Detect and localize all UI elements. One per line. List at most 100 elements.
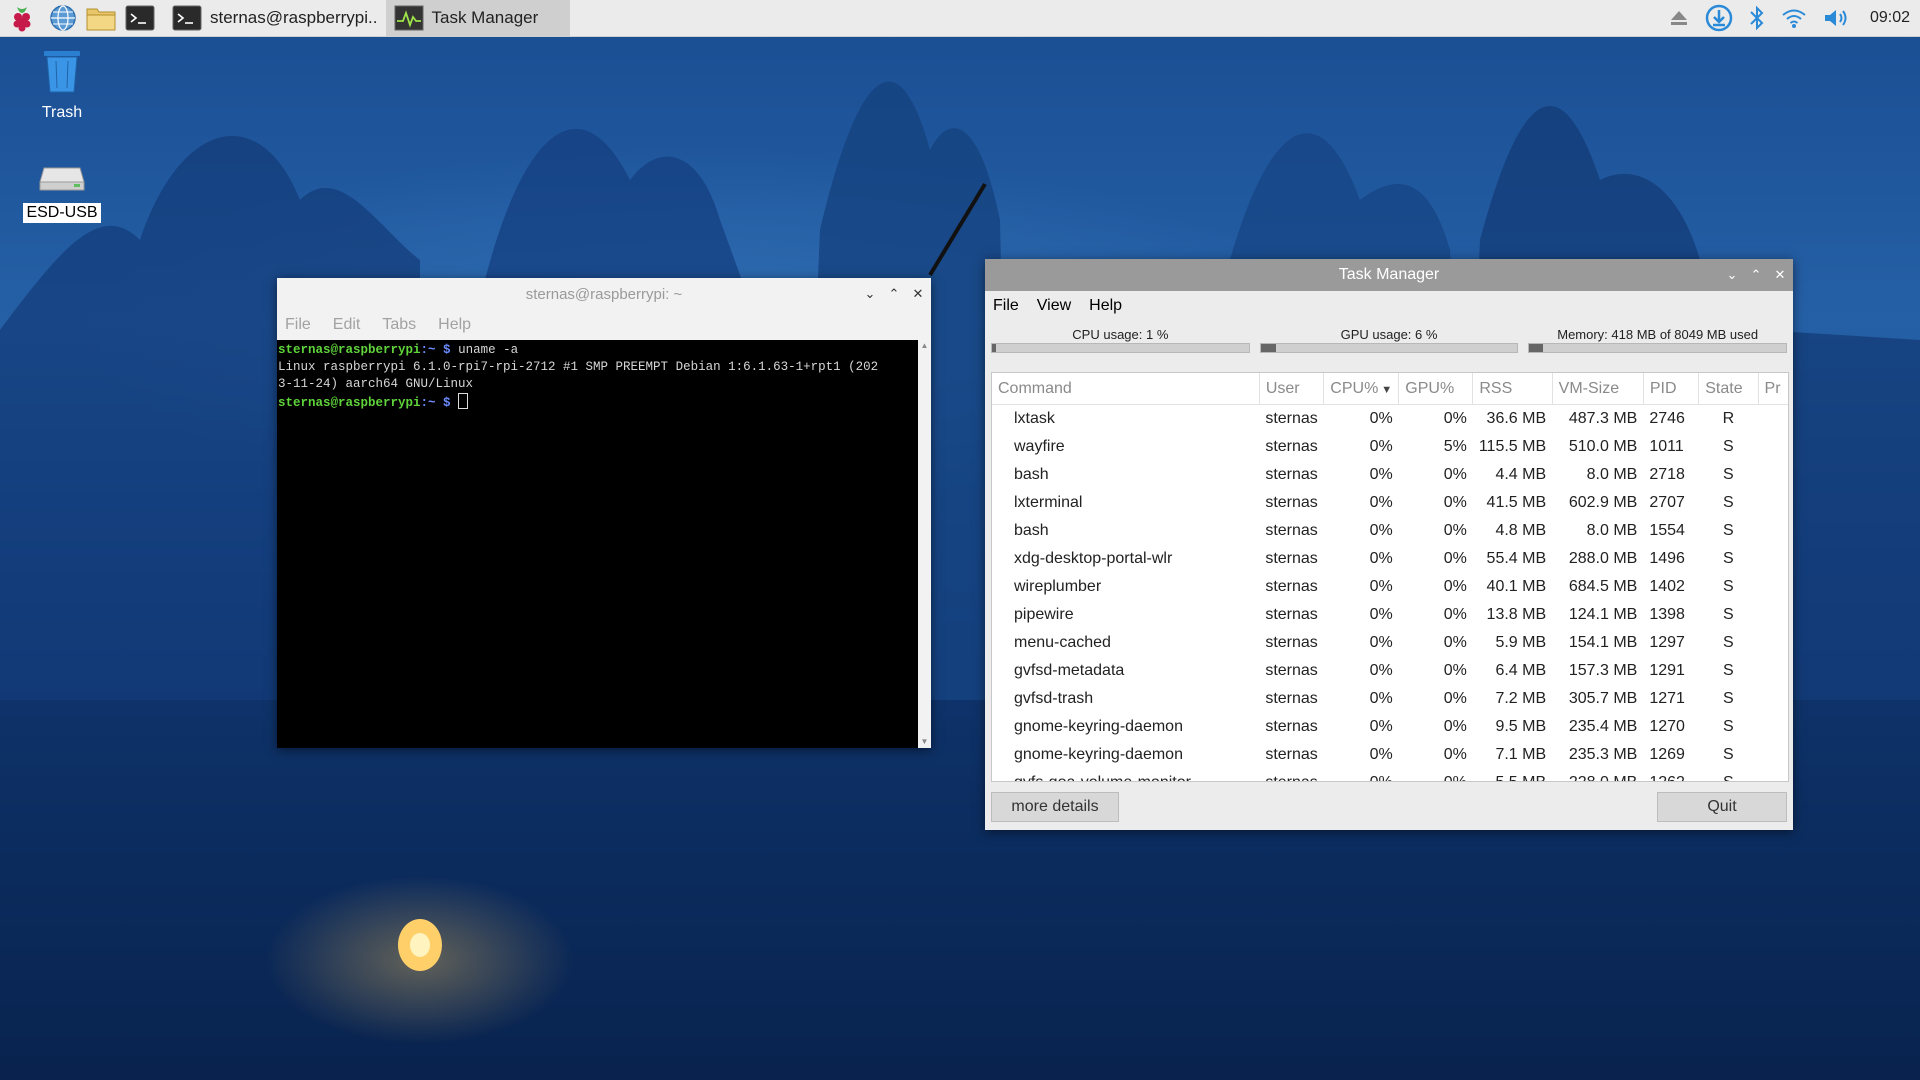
terminal-titlebar[interactable]: sternas@raspberrypi: ~ ⌄ ⌃ ✕ [277,278,931,310]
more-details-button[interactable]: more details [991,792,1119,822]
volume-icon[interactable] [1822,6,1852,30]
cell-priority [1758,741,1788,769]
terminal-scrollbar[interactable]: ▲ ▼ [918,340,931,748]
col-header-user[interactable]: User [1259,373,1325,405]
raspberry-menu-icon [13,7,31,32]
cell-priority [1758,545,1788,573]
cell-priority [1758,461,1788,489]
table-row[interactable]: gvfs-goa-volume-monitorsternas0%0%5.5 MB… [992,769,1788,781]
minimize-icon[interactable]: ⌄ [1725,267,1739,282]
cell-gpu: 0% [1443,410,1467,427]
task-manager-menubar: File View Help [985,291,1793,321]
process-table[interactable]: Command User CPU% ▼ GPU% RSS VM-Size PID … [991,372,1789,782]
cell-user: sternas [1265,466,1318,483]
close-icon[interactable]: ✕ [911,286,925,301]
table-row[interactable]: gvfsd-metadata sternas 0% 0% 6.4 MB 157.3 MB 1… [992,657,1788,685]
cell-cpu: 0% [1369,634,1393,651]
maximize-icon[interactable]: ⌃ [887,286,901,301]
table-row[interactable]: pipewire sternas 0% 0% 13.8 MB 124.1 MB 1398 S [992,601,1788,629]
table-row[interactable]: gnome-keyring-daemon sternas 0% 0% 9.5 MB 235… [992,713,1788,741]
table-row[interactable]: xdg-desktop-portal-wlr sternas 0% 0% 55.4 MB… [992,545,1788,573]
table-row[interactable]: lxterminal sternas 0% 0% 41.5 MB 602.9 MB 2707… [992,489,1788,517]
maximize-icon[interactable]: ⌃ [1749,267,1763,282]
cell-pid: 1496 [1649,550,1685,567]
cell-pid: 1297 [1649,634,1685,651]
table-row[interactable]: bash sternas 0% 0% 4.4 MB 8.0 MB 2718 S [992,461,1788,489]
cell-state: S [1723,466,1734,483]
taskbar-task-manager[interactable]: Task Manager [385,0,570,36]
cell-pid: 1011 [1649,438,1684,455]
bluetooth-icon[interactable] [1748,4,1766,32]
col-header-command[interactable]: Command [992,373,1260,405]
cell-rss: 7.2 MB [1495,690,1547,707]
terminal-menubar: File Edit Tabs Help [277,310,931,340]
cell-gpu: 0% [1443,466,1467,483]
tm-menu-help[interactable]: Help [1089,297,1122,315]
eject-icon[interactable] [1668,7,1690,29]
table-row[interactable]: lxtask sternas 0% 0% 36.6 MB 487.3 MB 2746 R [992,405,1788,434]
col-header-vm-size[interactable]: VM-Size [1552,373,1644,405]
table-row[interactable]: gvfsd-trash sternas 0% 0% 7.2 MB 305.7 MB 1271… [992,685,1788,713]
cell-user: sternas [1265,634,1318,651]
table-row[interactable]: wayfire sternas 0% 5% 115.5 MB 510.0 MB 1011 S [992,433,1788,461]
prompt-user: sternas@raspberrypi [278,343,421,357]
trash-icon [44,51,80,93]
cell-gpu: 0% [1443,746,1467,763]
terminal-menu-file[interactable]: File [285,316,311,334]
tm-menu-file[interactable]: File [993,297,1019,315]
terminal-menu-tabs[interactable]: Tabs [382,316,416,334]
desktop-icon-trash[interactable]: Trash [12,48,112,123]
wifi-icon[interactable] [1780,6,1808,30]
cell-gpu: 0% [1443,718,1467,735]
desktop-icon-esd-usb-label: ESD-USB [23,203,101,223]
col-header-cpu[interactable]: CPU% ▼ [1323,373,1400,405]
col-header-rss[interactable]: RSS [1472,373,1553,405]
cell-rss: 41.5 MB [1486,494,1547,511]
sort-descending-icon: ▼ [1381,383,1393,396]
tm-menu-view[interactable]: View [1037,297,1071,315]
usage-gauges: CPU usage: 1 % GPU usage: 6 % Memory: 41… [985,327,1793,353]
table-row[interactable]: wireplumber sternas 0% 0% 40.1 MB 684.5 MB 140… [992,573,1788,601]
col-header-gpu[interactable]: GPU% [1398,373,1474,405]
cell-state: S [1723,606,1734,623]
prompt-symbol: $ [435,396,451,410]
table-row[interactable]: menu-cached sternas 0% 0% 5.9 MB 154.1 MB 1297… [992,629,1788,657]
cell-cmd: gnome-keyring-daemon [1014,746,1183,763]
raspberry-menu-button[interactable] [0,0,44,36]
cell-pid: 1262 [1643,769,1698,781]
close-icon[interactable]: ✕ [1773,267,1787,282]
table-row[interactable]: bash sternas 0% 0% 4.8 MB 8.0 MB 1554 S [992,517,1788,545]
web-browser-button[interactable] [44,0,82,36]
task-manager-titlebar[interactable]: Task Manager ⌄ ⌃ ✕ [985,259,1793,291]
minimize-icon[interactable]: ⌄ [863,286,877,301]
cell-gpu: 0% [1443,494,1467,511]
terminal-menu-help[interactable]: Help [438,316,471,334]
cell-pid: 2707 [1649,494,1685,511]
terminal-screen[interactable]: sternas@raspberrypi:~ $ uname -a Linux r… [277,340,918,748]
cell-priority [1758,657,1788,685]
cell-user: sternas [1259,769,1323,781]
terminal-launcher-button[interactable] [120,0,160,36]
cell-pid: 1398 [1649,606,1685,623]
cell-state: S [1723,746,1734,763]
terminal-window: sternas@raspberrypi: ~ ⌄ ⌃ ✕ File Edit T… [277,278,931,748]
cell-state: S [1723,438,1734,455]
terminal-menu-edit[interactable]: Edit [333,316,361,334]
cell-pid: 1269 [1649,746,1685,763]
clock[interactable]: 09:02 [1870,9,1910,27]
desktop-icon-esd-usb[interactable]: ESD-USB [12,160,112,223]
update-icon[interactable] [1704,3,1734,33]
cell-cmd: gvfsd-trash [1014,690,1094,707]
cell-user: sternas [1265,690,1318,707]
terminal-command: uname -a [450,343,519,357]
taskbar-terminal[interactable]: sternas@raspberrypi.. [164,0,386,36]
col-header-state[interactable]: State [1698,373,1759,405]
col-header-pid[interactable]: PID [1643,373,1700,405]
quit-button[interactable]: Quit [1657,792,1787,822]
file-manager-button[interactable] [82,0,120,36]
cell-gpu: 0% [1443,690,1467,707]
table-row[interactable]: gnome-keyring-daemon sternas 0% 0% 7.1 MB 235… [992,741,1788,769]
task-manager-window: Task Manager ⌄ ⌃ ✕ File View Help CPU us… [985,259,1793,830]
col-header-priority[interactable]: Pr [1758,373,1788,405]
cell-vmsize: 684.5 MB [1568,578,1638,595]
